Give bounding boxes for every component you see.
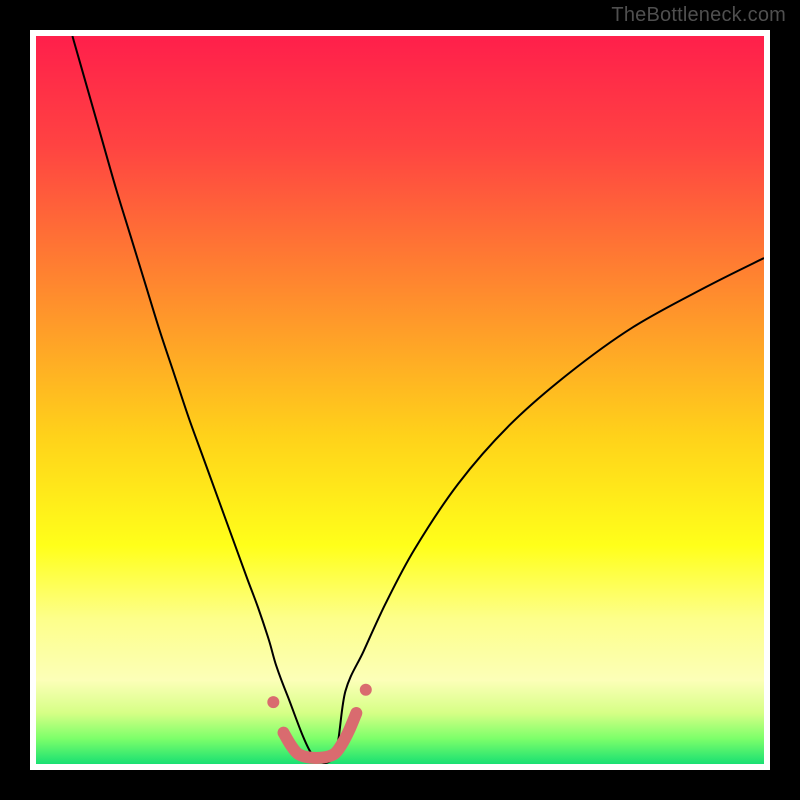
plot-frame xyxy=(30,30,770,770)
gradient-background xyxy=(36,36,764,764)
right-outer-dot xyxy=(360,684,372,696)
left-outer-dot xyxy=(267,696,279,708)
plot-area xyxy=(36,36,764,764)
chart-stage: TheBottleneck.com xyxy=(0,0,800,800)
chart-svg xyxy=(36,36,764,764)
watermark-text: TheBottleneck.com xyxy=(611,4,786,27)
